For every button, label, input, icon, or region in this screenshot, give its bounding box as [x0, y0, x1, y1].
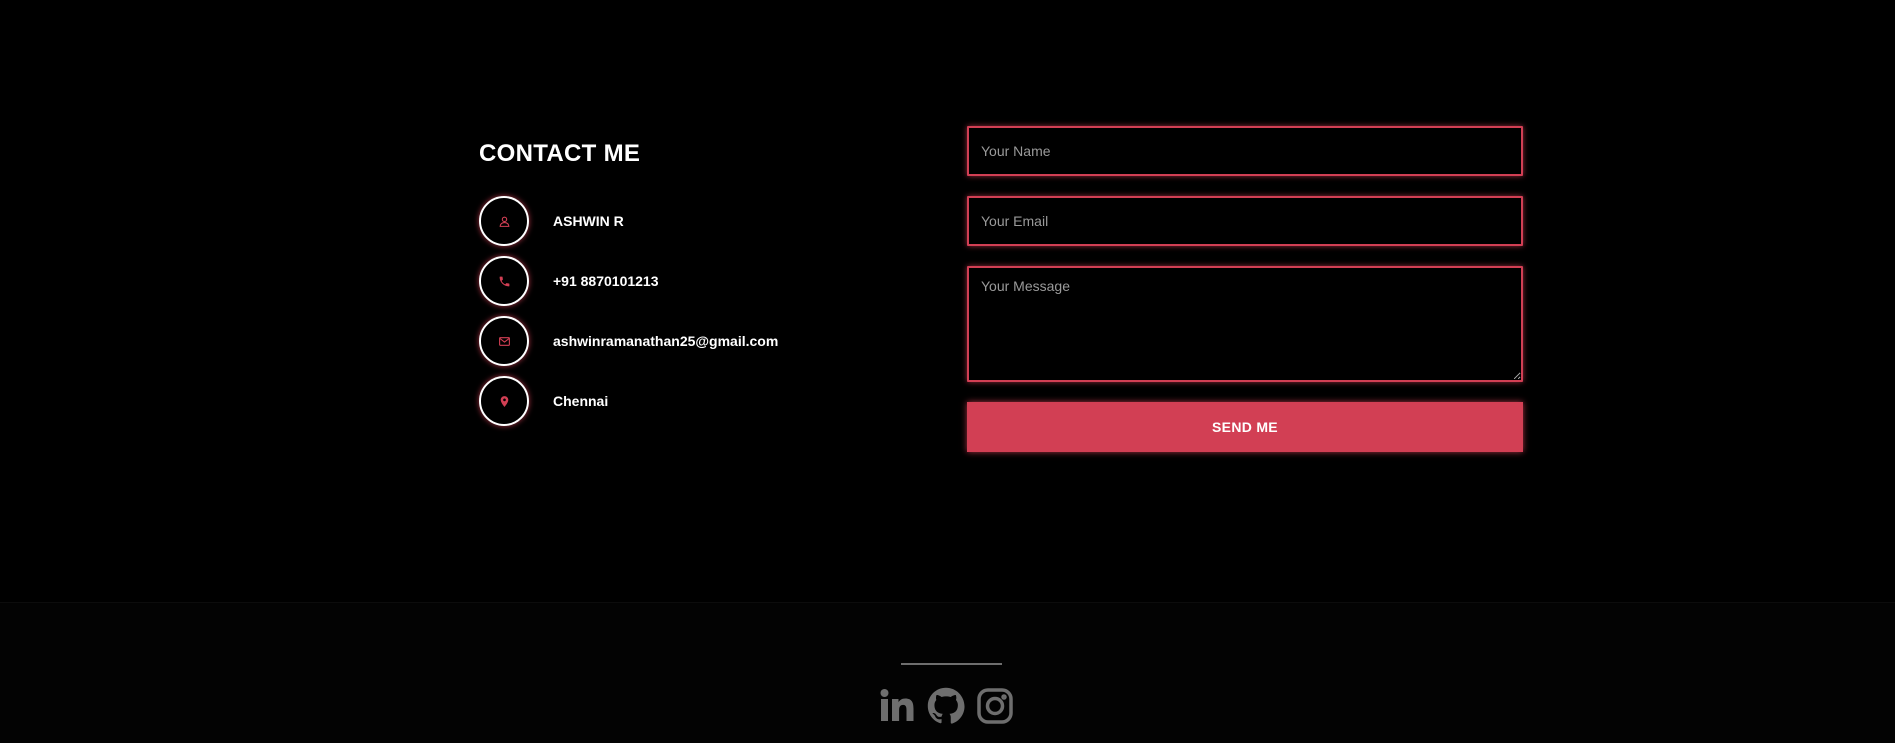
- contact-info: CONTACT ME ASHWIN R +91 8870101213 ashwi…: [479, 140, 919, 436]
- mail-icon: [479, 316, 529, 366]
- message-textarea[interactable]: [967, 266, 1523, 382]
- name-input[interactable]: [967, 126, 1523, 176]
- phone-icon: [479, 256, 529, 306]
- linkedin-icon[interactable]: [878, 687, 916, 725]
- github-icon[interactable]: [927, 687, 965, 725]
- email-input[interactable]: [967, 196, 1523, 246]
- contact-item-name: ASHWIN R: [479, 196, 919, 246]
- contact-phone-text: +91 8870101213: [553, 273, 659, 289]
- send-button[interactable]: SEND ME: [967, 402, 1523, 452]
- contact-info-list: ASHWIN R +91 8870101213 ashwinramanathan…: [479, 196, 919, 426]
- footer: [0, 602, 1895, 743]
- contact-section: CONTACT ME ASHWIN R +91 8870101213 ashwi…: [0, 0, 1895, 602]
- contact-name-text: ASHWIN R: [553, 213, 624, 229]
- instagram-icon[interactable]: [976, 687, 1014, 725]
- contact-email-text: ashwinramanathan25@gmail.com: [553, 333, 779, 349]
- location-pin-icon: [479, 376, 529, 426]
- user-icon: [479, 196, 529, 246]
- contact-item-email: ashwinramanathan25@gmail.com: [479, 316, 919, 366]
- contact-location-text: Chennai: [553, 393, 609, 409]
- contact-item-phone: +91 8870101213: [479, 256, 919, 306]
- contact-item-location: Chennai: [479, 376, 919, 426]
- contact-title: CONTACT ME: [479, 140, 641, 167]
- social-links: [878, 687, 1014, 725]
- contact-form: SEND ME: [967, 126, 1523, 452]
- footer-divider: [901, 663, 1002, 665]
